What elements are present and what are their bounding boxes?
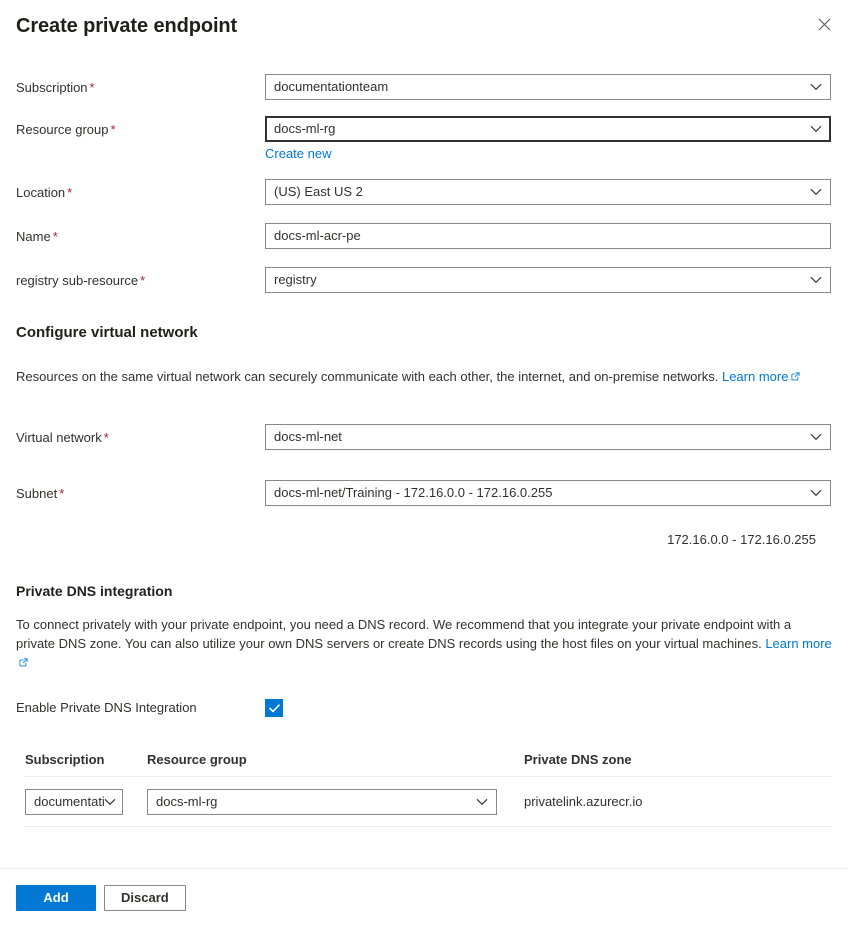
name-input[interactable]: docs-ml-acr-pe bbox=[265, 223, 831, 249]
subnet-value: docs-ml-net/Training - 172.16.0.0 - 172.… bbox=[274, 481, 804, 505]
subnet-dropdown[interactable]: docs-ml-net/Training - 172.16.0.0 - 172.… bbox=[265, 480, 831, 506]
dns-description-text: To connect privately with your private e… bbox=[16, 617, 791, 651]
chevron-down-icon bbox=[804, 83, 822, 91]
required-asterisk: * bbox=[53, 229, 58, 244]
required-asterisk: * bbox=[140, 273, 145, 288]
chevron-down-icon bbox=[104, 794, 116, 809]
label-name: Name* bbox=[16, 223, 265, 248]
table-header-row: Subscription Resource group Private DNS … bbox=[25, 752, 832, 777]
subscription-dropdown[interactable]: documentationteam bbox=[265, 74, 831, 100]
resource-group-value: docs-ml-rg bbox=[274, 117, 804, 141]
label-subnet-text: Subnet bbox=[16, 486, 57, 501]
column-header-private-dns-zone: Private DNS zone bbox=[524, 752, 832, 767]
vnet-section-description: Resources on the same virtual network ca… bbox=[16, 367, 832, 386]
page-title: Create private endpoint bbox=[16, 12, 832, 40]
subscription-value: documentationteam bbox=[274, 75, 804, 99]
virtual-network-dropdown[interactable]: docs-ml-net bbox=[265, 424, 831, 450]
cell-subscription: documentationteam bbox=[25, 789, 147, 815]
registry-subresource-value: registry bbox=[274, 268, 804, 292]
checkmark-icon bbox=[269, 704, 280, 713]
dns-section-description: To connect privately with your private e… bbox=[16, 615, 832, 672]
field-subscription: Subscription* documentationteam bbox=[16, 74, 832, 100]
enable-private-dns-row: Enable Private DNS Integration bbox=[16, 698, 832, 718]
external-link-icon bbox=[791, 367, 800, 386]
create-new-link[interactable]: Create new bbox=[265, 146, 331, 161]
field-virtual-network: Virtual network* docs-ml-net bbox=[16, 424, 832, 450]
registry-subresource-dropdown[interactable]: registry bbox=[265, 267, 831, 293]
label-virtual-network-text: Virtual network bbox=[16, 430, 102, 445]
external-link-icon bbox=[19, 653, 28, 672]
row-subscription-value: documentationteam bbox=[34, 794, 104, 809]
label-subnet: Subnet* bbox=[16, 480, 265, 505]
panel-header: Create private endpoint bbox=[0, 0, 848, 52]
field-name: Name* docs-ml-acr-pe bbox=[16, 223, 832, 249]
field-registry-subresource: registry sub-resource* registry bbox=[16, 267, 832, 293]
resource-group-dropdown[interactable]: docs-ml-rg bbox=[265, 116, 831, 142]
table-row: documentationteam docs-ml-rg privatelink… bbox=[25, 777, 832, 827]
required-asterisk: * bbox=[111, 122, 116, 137]
required-asterisk: * bbox=[59, 486, 64, 501]
dns-section-title: Private DNS integration bbox=[16, 581, 832, 601]
label-location-text: Location bbox=[16, 185, 65, 200]
required-asterisk: * bbox=[104, 430, 109, 445]
vnet-description-text: Resources on the same virtual network ca… bbox=[16, 369, 718, 384]
virtual-network-value: docs-ml-net bbox=[274, 425, 804, 449]
chevron-down-icon bbox=[804, 489, 822, 497]
close-icon bbox=[818, 18, 831, 31]
chevron-down-icon bbox=[804, 276, 822, 284]
footer-action-bar: Add Discard bbox=[0, 868, 848, 927]
label-registry-subresource: registry sub-resource* bbox=[16, 267, 265, 292]
chevron-down-icon bbox=[804, 125, 822, 133]
chevron-down-icon bbox=[476, 794, 488, 809]
name-value: docs-ml-acr-pe bbox=[274, 224, 361, 248]
required-asterisk: * bbox=[90, 80, 95, 95]
row-resource-group-value: docs-ml-rg bbox=[156, 794, 476, 809]
chevron-down-icon bbox=[804, 433, 822, 441]
field-location: Location* (US) East US 2 bbox=[16, 179, 832, 205]
row-subscription-dropdown[interactable]: documentationteam bbox=[25, 789, 123, 815]
row-resource-group-dropdown[interactable]: docs-ml-rg bbox=[147, 789, 497, 815]
label-subscription-text: Subscription bbox=[16, 80, 88, 95]
dns-learn-more-link[interactable]: Learn more bbox=[765, 636, 831, 651]
label-resource-group-text: Resource group bbox=[16, 122, 109, 137]
location-value: (US) East US 2 bbox=[274, 180, 804, 204]
add-button[interactable]: Add bbox=[16, 885, 96, 911]
close-button[interactable] bbox=[808, 8, 840, 40]
enable-private-dns-label: Enable Private DNS Integration bbox=[16, 698, 265, 718]
cell-resource-group: docs-ml-rg bbox=[147, 789, 524, 815]
cell-private-dns-zone: privatelink.azurecr.io bbox=[524, 794, 832, 809]
field-subnet: Subnet* docs-ml-net/Training - 172.16.0.… bbox=[16, 480, 832, 506]
column-header-resource-group: Resource group bbox=[147, 752, 524, 767]
label-name-text: Name bbox=[16, 229, 51, 244]
form-body: Subscription* documentationteam Resource… bbox=[0, 52, 848, 718]
private-dns-zone-table: Subscription Resource group Private DNS … bbox=[25, 752, 832, 827]
field-resource-group: Resource group* docs-ml-rg Create new bbox=[16, 116, 832, 161]
label-virtual-network: Virtual network* bbox=[16, 424, 265, 449]
location-dropdown[interactable]: (US) East US 2 bbox=[265, 179, 831, 205]
column-header-subscription: Subscription bbox=[25, 752, 147, 767]
label-subscription: Subscription* bbox=[16, 74, 265, 99]
required-asterisk: * bbox=[67, 185, 72, 200]
vnet-section-title: Configure virtual network bbox=[16, 323, 832, 343]
label-resource-group: Resource group* bbox=[16, 116, 265, 141]
discard-button[interactable]: Discard bbox=[104, 885, 186, 911]
vnet-learn-more-link[interactable]: Learn more bbox=[722, 369, 788, 384]
label-registry-subresource-text: registry sub-resource bbox=[16, 273, 138, 288]
enable-private-dns-checkbox[interactable] bbox=[265, 699, 283, 717]
subnet-address-range: 172.16.0.0 - 172.16.0.255 bbox=[16, 532, 832, 547]
label-location: Location* bbox=[16, 179, 265, 204]
chevron-down-icon bbox=[804, 188, 822, 196]
